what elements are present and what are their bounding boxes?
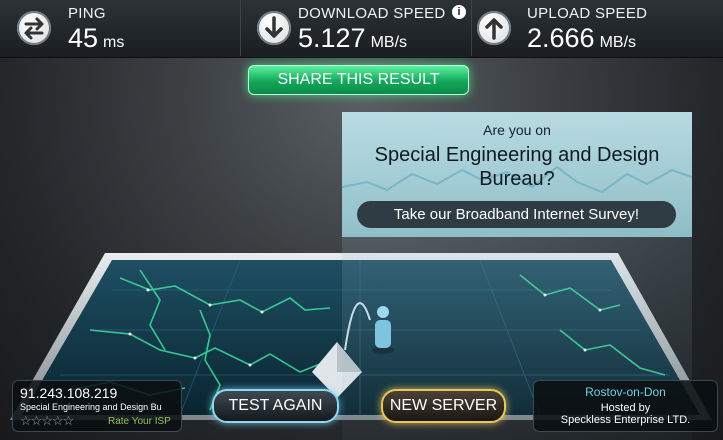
new-server-button[interactable]: NEW SERVER	[381, 389, 506, 423]
isp-rating-stars[interactable]: ☆☆☆☆☆	[20, 413, 74, 429]
server-city: Rostov-on-Don	[585, 385, 666, 399]
exchange-arrows-icon	[17, 11, 51, 45]
ping-label: PING	[68, 5, 106, 22]
speedtest-app: PING 45 ms DOWNLOAD SPEED i 5.127 MB/s UPL…	[0, 0, 723, 440]
ping-stat: PING 45 ms	[0, 0, 241, 56]
download-unit: MB/s	[370, 34, 408, 51]
client-info-panel: 91.243.108.219 Special Engineering and D…	[12, 380, 182, 432]
upload-label: UPLOAD SPEED	[527, 5, 648, 22]
upload-stat: UPLOAD SPEED 2.666 MB/s	[471, 0, 723, 56]
upload-arrow-icon	[477, 11, 511, 45]
upload-number: 2.666	[527, 23, 595, 53]
download-arrow-icon	[257, 11, 291, 45]
client-isp: Special Engineering and Design Bu	[20, 402, 162, 412]
broadband-survey-button[interactable]: Take our Broadband Internet Survey!	[357, 201, 676, 228]
survey-question-intro: Are you on	[483, 122, 551, 138]
upload-value: 2.666 MB/s	[527, 23, 636, 54]
client-ip: 91.243.108.219	[20, 385, 118, 401]
download-number: 5.127	[298, 23, 366, 53]
hosted-by-label: Hosted by	[600, 402, 651, 414]
ping-value: 45 ms	[68, 23, 124, 54]
isp-survey-card: Are you on Special Engineering and Desig…	[342, 112, 692, 237]
download-stat: DOWNLOAD SPEED i 5.127 MB/s	[240, 0, 472, 56]
ping-number: 45	[68, 23, 99, 53]
stats-bar: PING 45 ms DOWNLOAD SPEED i 5.127 MB/s UPL…	[0, 0, 723, 58]
share-result-button[interactable]: SHARE THIS RESULT	[248, 65, 469, 95]
download-label: DOWNLOAD SPEED	[298, 5, 446, 22]
download-value: 5.127 MB/s	[298, 23, 407, 54]
rate-isp-link[interactable]: Rate Your ISP	[108, 416, 171, 427]
server-host: Speckless Enterprise LTD.	[560, 414, 691, 426]
test-again-button[interactable]: TEST AGAIN	[212, 389, 339, 423]
survey-isp-name: Special Engineering and Design Bureau?	[374, 144, 660, 190]
info-icon[interactable]: i	[452, 5, 466, 19]
ping-unit: ms	[103, 34, 125, 51]
server-info-panel: Rostov-on-Don Hosted by Speckless Enterp…	[533, 380, 718, 432]
upload-unit: MB/s	[599, 34, 637, 51]
